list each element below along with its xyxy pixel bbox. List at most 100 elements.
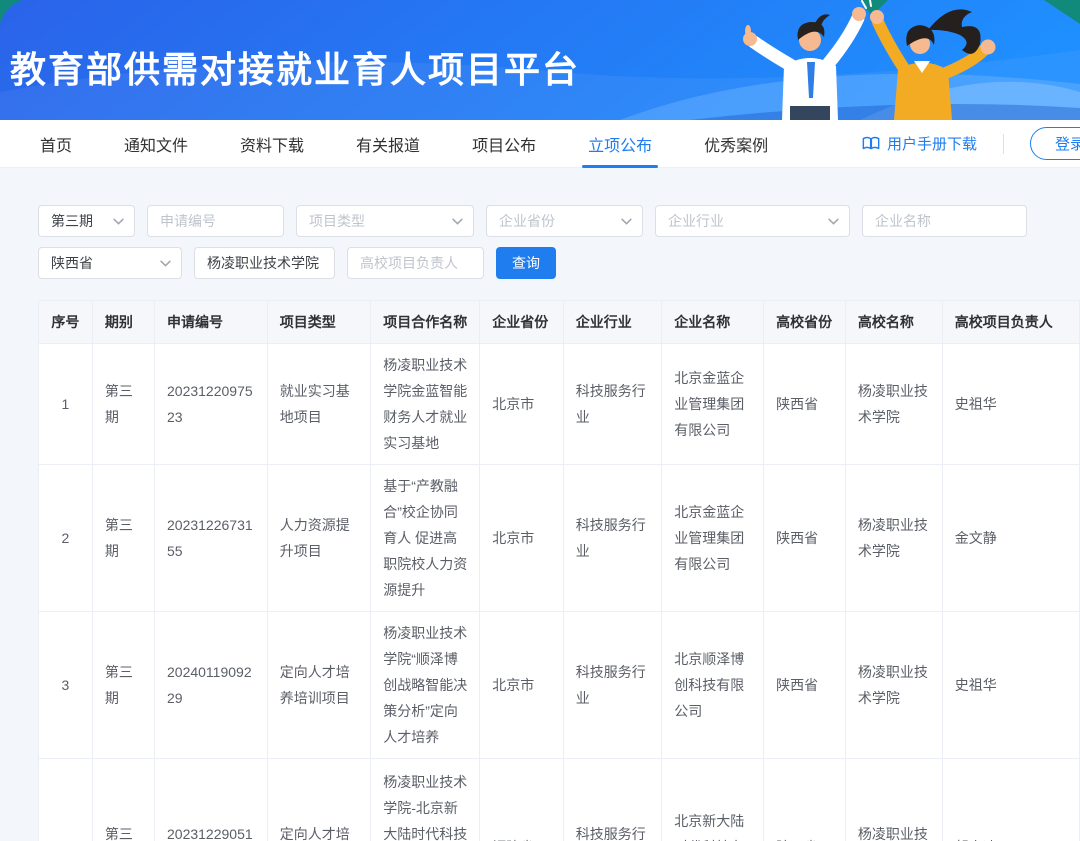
- table-cell: 就业实习基地项目: [267, 344, 371, 465]
- table-cell: 胡启迪: [942, 759, 1079, 841]
- table-cell: 福建省: [480, 759, 564, 841]
- column-header-8: 高校省份: [764, 301, 846, 344]
- table-cell: 陕西省: [764, 612, 846, 759]
- nav-tab-material-download[interactable]: 资料下载: [240, 120, 304, 168]
- table-cell: 3: [39, 612, 93, 759]
- table-row-4: 4第三期2023122905190定向人才培养培训项目杨凌职业技术学院-北京新大…: [39, 759, 1080, 841]
- project-type-placeholder: 项目类型: [309, 211, 365, 231]
- projects-table-wrap: 序号期别申请编号项目类型项目合作名称企业省份企业行业企业名称高校省份高校名称高校…: [38, 300, 1080, 841]
- nav-tab-related-reports[interactable]: 有关报道: [356, 120, 420, 168]
- column-header-3: 项目类型: [267, 301, 371, 344]
- table-cell: 北京市: [480, 344, 564, 465]
- table-cell: 第三期: [92, 344, 154, 465]
- nav-tab-home[interactable]: 首页: [40, 120, 72, 168]
- nav-tab-project-approval[interactable]: 立项公布: [588, 120, 652, 168]
- nav-tab-excellent-cases[interactable]: 优秀案例: [704, 120, 768, 168]
- table-cell: 北京市: [480, 465, 564, 612]
- search-button[interactable]: 查询: [496, 247, 556, 279]
- table-cell: 北京新大陆时代科技有限公司: [662, 759, 764, 841]
- enterprise-industry-placeholder: 企业行业: [668, 211, 724, 231]
- table-cell: 1: [39, 344, 93, 465]
- school-province-select-value: 陕西省: [51, 253, 93, 273]
- table-header-row: 序号期别申请编号项目类型项目合作名称企业省份企业行业企业名称高校省份高校名称高校…: [39, 301, 1080, 344]
- table-row-1: 1第三期2023122097523就业实习基地项目杨凌职业技术学院金蓝智能财务人…: [39, 344, 1080, 465]
- column-header-1: 期别: [92, 301, 154, 344]
- table-cell: 北京金蓝企业管理集团有限公司: [662, 344, 764, 465]
- column-header-6: 企业行业: [563, 301, 662, 344]
- period-select-value: 第三期: [51, 211, 93, 231]
- table-cell: 杨凌职业技术学院: [845, 465, 942, 612]
- chevron-down-icon: [452, 218, 463, 225]
- column-header-4: 项目合作名称: [371, 301, 480, 344]
- nav-tab-notice-files[interactable]: 通知文件: [124, 120, 188, 168]
- table-cell: 第三期: [92, 759, 154, 841]
- table-cell: 第三期: [92, 465, 154, 612]
- school-leader-input[interactable]: [347, 247, 484, 279]
- table-cell: 基于“产教融合”校企协同育人 促进高职院校人力资源提升: [371, 465, 480, 612]
- projects-table: 序号期别申请编号项目类型项目合作名称企业省份企业行业企业名称高校省份高校名称高校…: [38, 300, 1080, 841]
- table-cell: 北京顺泽博创科技有限公司: [662, 612, 764, 759]
- main-content: 第三期 项目类型 企业省份 企业行业 陕西省: [0, 168, 1080, 841]
- table-cell: 杨凌职业技术学院金蓝智能财务人才就业实习基地: [371, 344, 480, 465]
- user-manual-download-link[interactable]: 用户手册下载: [862, 133, 977, 154]
- table-cell: 史祖华: [942, 344, 1079, 465]
- column-header-0: 序号: [39, 301, 93, 344]
- table-row-2: 2第三期2023122673155人力资源提升项目基于“产教融合”校企协同育人 …: [39, 465, 1080, 612]
- chevron-down-icon: [828, 218, 839, 225]
- table-row-3: 3第三期2024011909229定向人才培养培训项目杨凌职业技术学院“顺泽博创…: [39, 612, 1080, 759]
- table-cell: 定向人才培养培训项目: [267, 612, 371, 759]
- enterprise-province-placeholder: 企业省份: [499, 211, 555, 231]
- enterprise-industry-select[interactable]: 企业行业: [655, 205, 850, 237]
- table-cell: 史祖华: [942, 612, 1079, 759]
- table-cell: 2023122097523: [155, 344, 268, 465]
- project-type-select[interactable]: 项目类型: [296, 205, 474, 237]
- login-button[interactable]: 登录: [1030, 127, 1080, 160]
- table-cell: 北京市: [480, 612, 564, 759]
- navbar: 首页 通知文件 资料下载 有关报道 项目公布 立项公布 优秀案例 用户手册下载 登录: [0, 120, 1080, 168]
- enterprise-name-input[interactable]: [862, 205, 1027, 237]
- book-icon: [862, 136, 880, 151]
- nav-divider: [1003, 134, 1004, 154]
- table-cell: 金文静: [942, 465, 1079, 612]
- nav-right: 用户手册下载 登录: [862, 127, 1080, 160]
- nav-tabs: 首页 通知文件 资料下载 有关报道 项目公布 立项公布 优秀案例: [0, 120, 768, 168]
- table-cell: 科技服务行业: [563, 344, 662, 465]
- filter-row-1: 第三期 项目类型 企业省份 企业行业: [38, 205, 1080, 237]
- chevron-down-icon: [160, 260, 171, 267]
- table-cell: 4: [39, 759, 93, 841]
- column-header-10: 高校项目负责人: [942, 301, 1079, 344]
- user-manual-label: 用户手册下载: [887, 133, 977, 154]
- period-select[interactable]: 第三期: [38, 205, 135, 237]
- table-cell: 陕西省: [764, 759, 846, 841]
- filter-row-2: 陕西省 查询: [38, 247, 1080, 279]
- column-header-7: 企业名称: [662, 301, 764, 344]
- table-cell: 杨凌职业技术学院: [845, 759, 942, 841]
- site-title: 教育部供需对接就业育人项目平台: [10, 41, 580, 93]
- nav-tab-project-announcement[interactable]: 项目公布: [472, 120, 536, 168]
- table-cell: 2023122673155: [155, 465, 268, 612]
- table-cell: 陕西省: [764, 344, 846, 465]
- table-cell: 科技服务行业: [563, 612, 662, 759]
- column-header-9: 高校名称: [845, 301, 942, 344]
- enterprise-province-select[interactable]: 企业省份: [486, 205, 643, 237]
- school-name-input[interactable]: [194, 247, 335, 279]
- chevron-down-icon: [113, 218, 124, 225]
- table-cell: 杨凌职业技术学院-北京新大陆时代科技有限公司物联网及人工智能方向人才培养: [371, 759, 480, 841]
- table-cell: 杨凌职业技术学院: [845, 344, 942, 465]
- application-no-input[interactable]: [147, 205, 284, 237]
- table-cell: 杨凌职业技术学院: [845, 612, 942, 759]
- table-cell: 2024011909229: [155, 612, 268, 759]
- column-header-5: 企业省份: [480, 301, 564, 344]
- table-cell: 北京金蓝企业管理集团有限公司: [662, 465, 764, 612]
- table-cell: 人力资源提升项目: [267, 465, 371, 612]
- table-cell: 陕西省: [764, 465, 846, 612]
- school-province-select[interactable]: 陕西省: [38, 247, 182, 279]
- site-banner: 教育部供需对接就业育人项目平台: [0, 0, 1080, 120]
- chevron-down-icon: [621, 218, 632, 225]
- table-cell: 科技服务行业: [563, 465, 662, 612]
- table-cell: 2023122905190: [155, 759, 268, 841]
- column-header-2: 申请编号: [155, 301, 268, 344]
- table-cell: 2: [39, 465, 93, 612]
- table-cell: 第三期: [92, 612, 154, 759]
- table-cell: 科技服务行业: [563, 759, 662, 841]
